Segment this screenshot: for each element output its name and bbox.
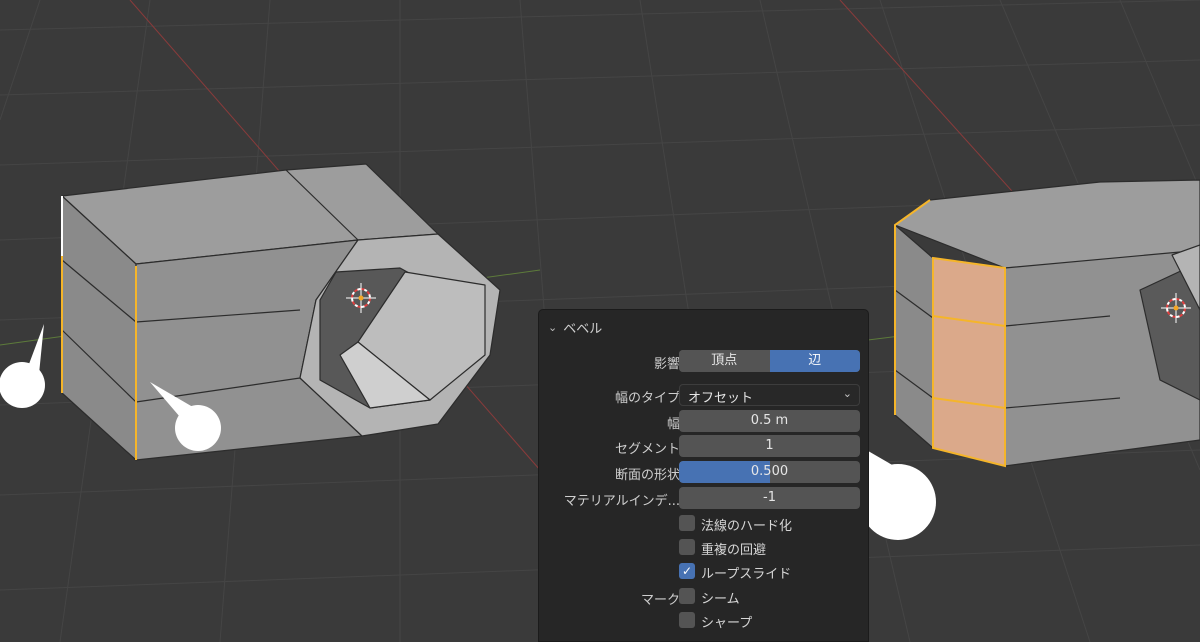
mesh-object-right[interactable] [894,179,1200,467]
profile-value: 0.500 [750,464,789,479]
material-index-value: -1 [763,490,776,505]
panel-title: ベベル [563,322,603,337]
segments-row: セグメント 1 [539,435,870,457]
mark-seam-box[interactable] [679,588,695,604]
clamp-overlap-label: 重複の回避 [701,543,767,558]
panel-header[interactable]: ⌄ ベベル [548,318,602,337]
affect-row: 影響 頂点 辺 [539,350,870,372]
material-index-row: マテリアルインデ... -1 [539,487,870,509]
segments-label: セグメント [614,442,680,457]
profile-label: 断面の形状 [614,468,680,483]
clamp-overlap-box[interactable] [679,539,695,555]
width-type-dropdown[interactable]: オフセット ⌄ [679,384,860,406]
segments-field[interactable]: 1 [679,435,860,457]
loop-slide-label: ループスライド [701,567,792,582]
clamp-overlap-checkbox[interactable]: 重複の回避 [679,537,860,558]
checkmark-icon[interactable]: ✓ [679,563,695,579]
material-index-field[interactable]: -1 [679,487,860,509]
mark-sharp-checkbox[interactable]: シャープ [679,610,860,631]
harden-normals-box[interactable] [679,515,695,531]
affect-vertices-button[interactable]: 頂点 [679,350,770,372]
mark-sharp-label: シャープ [701,616,753,631]
width-field[interactable]: 0.5 m [679,410,860,432]
segments-value: 1 [765,438,774,453]
chevron-down-icon: ⌄ [548,321,558,334]
harden-normals-label: 法線のハード化 [701,519,793,534]
width-type-value: オフセット [688,391,754,406]
mark-seam-checkbox[interactable]: シーム [679,586,860,607]
harden-normals-checkbox[interactable]: 法線のハード化 [679,513,860,534]
mark-seam-label: シーム [701,592,740,607]
width-type-label: 幅のタイプ [614,391,680,406]
bevel-operator-panel: ⌄ ベベル 影響 頂点 辺 幅のタイプ オフセット ⌄ 幅 0.5 m セグメン… [538,309,869,642]
width-type-row: 幅のタイプ オフセット ⌄ [539,384,870,406]
profile-slider[interactable]: 0.500 [679,461,860,483]
width-row: 幅 0.5 m [539,410,870,432]
material-index-label: マテリアルインデ... [563,494,680,509]
width-value: 0.5 m [750,413,789,428]
mark-label: マーク [640,593,680,608]
affect-toggle: 頂点 辺 [679,350,860,372]
chevron-down-icon: ⌄ [842,387,852,400]
profile-row: 断面の形状 0.500 [539,461,870,483]
affect-edges-button[interactable]: 辺 [769,350,860,372]
affect-label: 影響 [653,357,680,372]
mark-sharp-box[interactable] [679,612,695,628]
loop-slide-checkbox[interactable]: ✓ ループスライド [679,561,860,582]
